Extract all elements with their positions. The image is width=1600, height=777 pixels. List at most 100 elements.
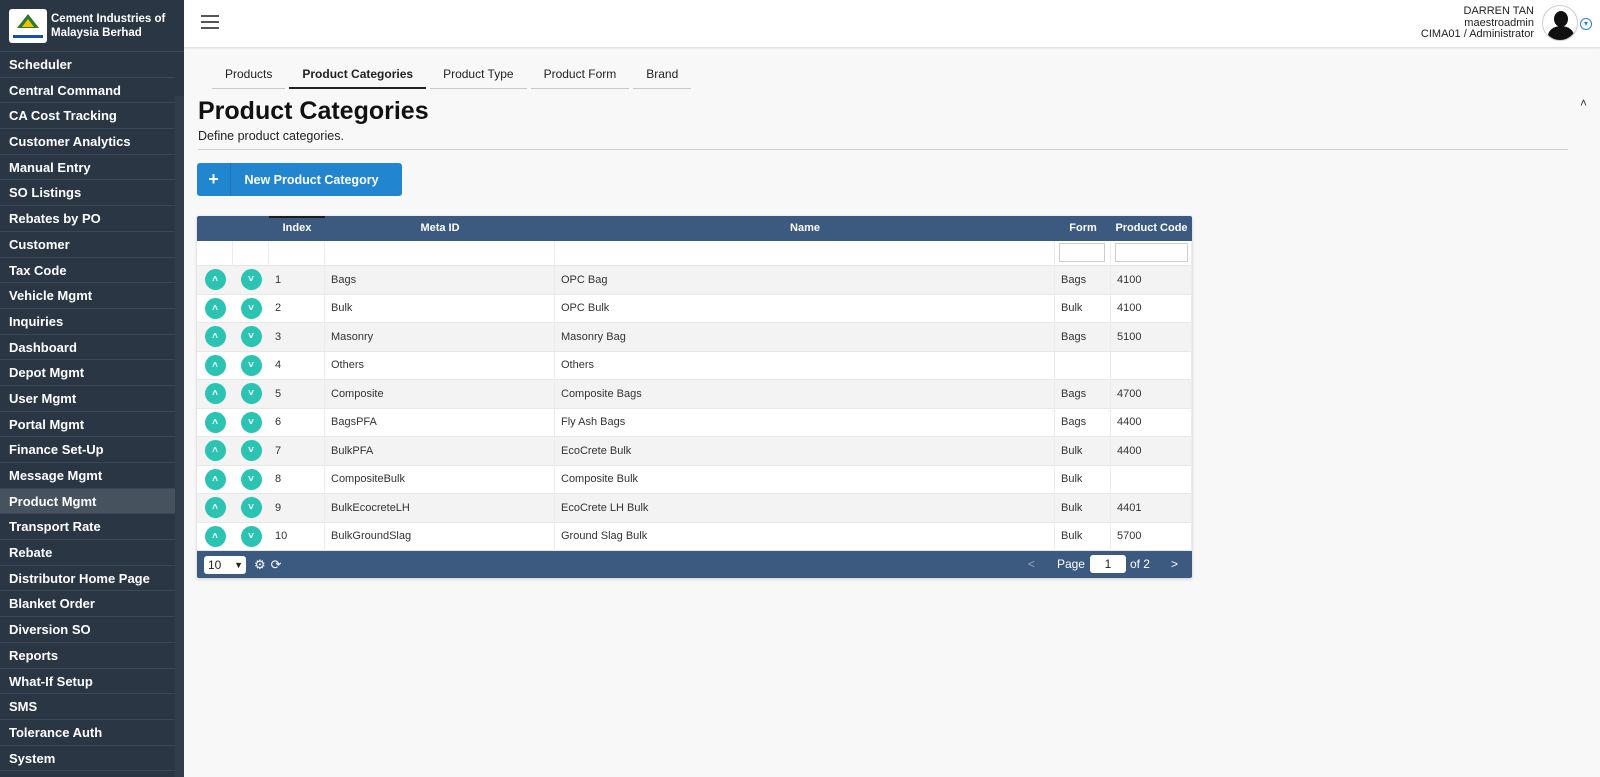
sidebar-item-manual-entry[interactable]: Manual Entry bbox=[0, 155, 175, 181]
cell-name: OPC Bag bbox=[555, 265, 1055, 294]
sidebar-item-what-if-setup[interactable]: What-If Setup bbox=[0, 669, 175, 695]
table-row[interactable]: ˄ ˅ 9 BulkEcocreteLH EcoCrete LH Bulk Bulk 440… bbox=[197, 493, 1192, 523]
sidebar-item-inquiries[interactable]: Inquiries bbox=[0, 309, 175, 335]
new-button-label: New Product Category bbox=[244, 172, 379, 187]
sidebar-item-customer[interactable]: Customer bbox=[0, 232, 175, 258]
chevron-up-icon[interactable]: ˄ bbox=[204, 383, 226, 405]
sidebar-item-tolerance-auth[interactable]: Tolerance Auth bbox=[0, 720, 175, 746]
sidebar-item-sms[interactable]: SMS bbox=[0, 694, 175, 720]
chevron-up-icon[interactable]: ˄ bbox=[204, 497, 226, 519]
sidebar-item-transport-rate[interactable]: Transport Rate bbox=[0, 514, 175, 541]
chevron-down-icon[interactable]: ˅ bbox=[240, 497, 262, 519]
chevron-down-icon[interactable]: ˅ bbox=[240, 468, 262, 490]
user-avatar-icon[interactable] bbox=[1542, 5, 1578, 41]
cell-product-code: 4400 bbox=[1111, 436, 1192, 465]
tab-product-categories[interactable]: Product Categories bbox=[289, 63, 427, 89]
chevron-down-icon[interactable]: ˅ bbox=[240, 525, 262, 547]
sidebar-item-tax-code[interactable]: Tax Code bbox=[0, 258, 175, 284]
sidebar-item-so-listings[interactable]: SO Listings bbox=[0, 180, 175, 207]
sidebar-item-rebate[interactable]: Rebate bbox=[0, 540, 175, 566]
chevron-down-icon[interactable]: ˅ bbox=[240, 326, 262, 348]
new-product-category-button[interactable]: + New Product Category bbox=[197, 163, 402, 196]
table-row[interactable]: ˄ ˅ 10 BulkGroundSlag Ground Slag Bulk Bulk 57… bbox=[197, 522, 1192, 551]
cell-form: Bulk bbox=[1055, 465, 1111, 494]
chevron-down-icon[interactable]: ˅ bbox=[240, 354, 262, 376]
column-header-index[interactable]: Index bbox=[269, 216, 325, 241]
sidebar-item-scheduler[interactable]: Scheduler bbox=[0, 52, 175, 78]
chevron-down-icon[interactable]: ˅ bbox=[240, 411, 262, 433]
chevron-down-icon[interactable]: ▾ bbox=[1580, 18, 1592, 30]
sidebar-item-ca-cost-tracking[interactable]: CA Cost Tracking bbox=[0, 103, 175, 130]
chevron-up-icon[interactable]: ˄ bbox=[204, 411, 226, 433]
tab-products[interactable]: Products bbox=[212, 63, 286, 89]
sidebar-item-message-mgmt[interactable]: Message Mgmt bbox=[0, 463, 175, 489]
column-header-name[interactable]: Name bbox=[555, 216, 1055, 241]
sidebar-item-distributor-home-page[interactable]: Distributor Home Page bbox=[0, 566, 175, 592]
table-row[interactable]: ˄ ˅ 3 Masonry Masonry Bag Bags 5100 bbox=[197, 322, 1192, 352]
sidebar-item-user-mgmt[interactable]: User Mgmt bbox=[0, 386, 175, 412]
current-page-input[interactable]: 1 bbox=[1089, 555, 1126, 573]
chevron-up-icon[interactable]: ˄ bbox=[204, 269, 226, 291]
gear-icon[interactable]: ⚙ bbox=[254, 557, 266, 573]
table-row[interactable]: ˄ ˅ 6 BagsPFA Fly Ash Bags Bags 4400 bbox=[197, 408, 1192, 437]
cell-form: Bags bbox=[1055, 322, 1111, 351]
chevron-up-icon[interactable]: ˄ bbox=[204, 440, 226, 462]
sidebar-item-portal-mgmt[interactable]: Portal Mgmt bbox=[0, 412, 175, 438]
chevron-up-icon[interactable]: ˄ bbox=[204, 354, 226, 376]
column-header-product-code[interactable]: Product Code bbox=[1111, 216, 1192, 241]
brand[interactable]: Cement Industries of Malaysia Berhad bbox=[0, 0, 184, 52]
cell-name: EcoCrete Bulk bbox=[555, 436, 1055, 465]
tab-product-form[interactable]: Product Form bbox=[530, 63, 630, 89]
cell-form: Bulk bbox=[1055, 294, 1111, 323]
cell-name: Masonry Bag bbox=[555, 322, 1055, 351]
sidebar-item-reports[interactable]: Reports bbox=[0, 643, 175, 669]
sidebar-item-depot-mgmt[interactable]: Depot Mgmt bbox=[0, 360, 175, 386]
sidebar-item-product-mgmt[interactable]: Product Mgmt bbox=[0, 488, 175, 515]
grid-header: Index Meta ID Name Form Product Code bbox=[197, 216, 1192, 241]
column-header-meta-id[interactable]: Meta ID bbox=[325, 216, 555, 241]
chevron-down-icon[interactable]: ˅ bbox=[240, 440, 262, 462]
sidebar-item-system[interactable]: System bbox=[0, 746, 175, 772]
sidebar-item-vehicle-mgmt[interactable]: Vehicle Mgmt bbox=[0, 283, 175, 309]
cell-product-code: 5700 bbox=[1111, 522, 1192, 551]
user-role: CIMA01 / Administrator bbox=[1420, 28, 1534, 40]
product-tabs: Products Product Categories Product Type… bbox=[212, 63, 695, 89]
menu-icon[interactable] bbox=[201, 15, 219, 29]
product-code-filter-input[interactable] bbox=[1115, 243, 1188, 262]
next-page-button[interactable]: > bbox=[1171, 557, 1178, 571]
page-size-select[interactable]: 10 ▼ bbox=[204, 555, 246, 574]
sidebar-item-dashboard[interactable]: Dashboard bbox=[0, 335, 175, 361]
table-row[interactable]: ˄ ˅ 2 Bulk OPC Bulk Bulk 4100 bbox=[197, 294, 1192, 323]
sidebar-item-central-command[interactable]: Central Command bbox=[0, 78, 175, 104]
sidebar-item-rebates-by-po[interactable]: Rebates by PO bbox=[0, 206, 175, 232]
chevron-up-icon[interactable]: ˄ bbox=[204, 468, 226, 490]
prev-page-button[interactable]: < bbox=[1028, 557, 1035, 571]
column-header-form[interactable]: Form bbox=[1055, 216, 1111, 241]
chevron-up-icon[interactable]: ˄ bbox=[204, 326, 226, 348]
sidebar-item-diversion-so[interactable]: Diversion SO bbox=[0, 617, 175, 643]
cell-form: Bags bbox=[1055, 379, 1111, 408]
cell-meta-id: BagsPFA bbox=[325, 408, 555, 437]
table-row[interactable]: ˄ ˅ 8 CompositeBulk Composite Bulk Bulk bbox=[197, 465, 1192, 494]
chevron-down-icon[interactable]: ˅ bbox=[240, 383, 262, 405]
table-row[interactable]: ˄ ˅ 5 Composite Composite Bags Bags 4700 bbox=[197, 379, 1192, 409]
chevron-down-icon[interactable]: ˅ bbox=[240, 297, 262, 319]
table-row[interactable]: ˄ ˅ 7 BulkPFA EcoCrete Bulk Bulk 4400 bbox=[197, 436, 1192, 466]
form-filter-input[interactable] bbox=[1059, 243, 1105, 262]
sidebar-item-customer-analytics[interactable]: Customer Analytics bbox=[0, 129, 175, 155]
chevron-down-icon[interactable]: ˅ bbox=[240, 269, 262, 291]
tab-product-type[interactable]: Product Type bbox=[430, 63, 527, 89]
table-row[interactable]: ˄ ˅ 4 Others Others bbox=[197, 351, 1192, 380]
tab-brand[interactable]: Brand bbox=[633, 63, 692, 89]
cell-name: Composite Bulk bbox=[555, 465, 1055, 494]
sidebar-item-finance-set-up[interactable]: Finance Set-Up bbox=[0, 437, 175, 463]
header-move-down bbox=[233, 216, 269, 241]
refresh-icon[interactable]: ⟳ bbox=[271, 557, 282, 573]
collapse-chevron-up-icon[interactable]: ˄ bbox=[1580, 96, 1587, 110]
chevron-up-icon[interactable]: ˄ bbox=[204, 297, 226, 319]
sidebar-item-blanket-order[interactable]: Blanket Order bbox=[0, 591, 175, 618]
cell-product-code bbox=[1111, 351, 1192, 380]
table-row[interactable]: ˄ ˅ 1 Bags OPC Bag Bags 4100 bbox=[197, 265, 1192, 295]
sidebar-scrollbar[interactable] bbox=[175, 96, 184, 777]
chevron-up-icon[interactable]: ˄ bbox=[204, 525, 226, 547]
